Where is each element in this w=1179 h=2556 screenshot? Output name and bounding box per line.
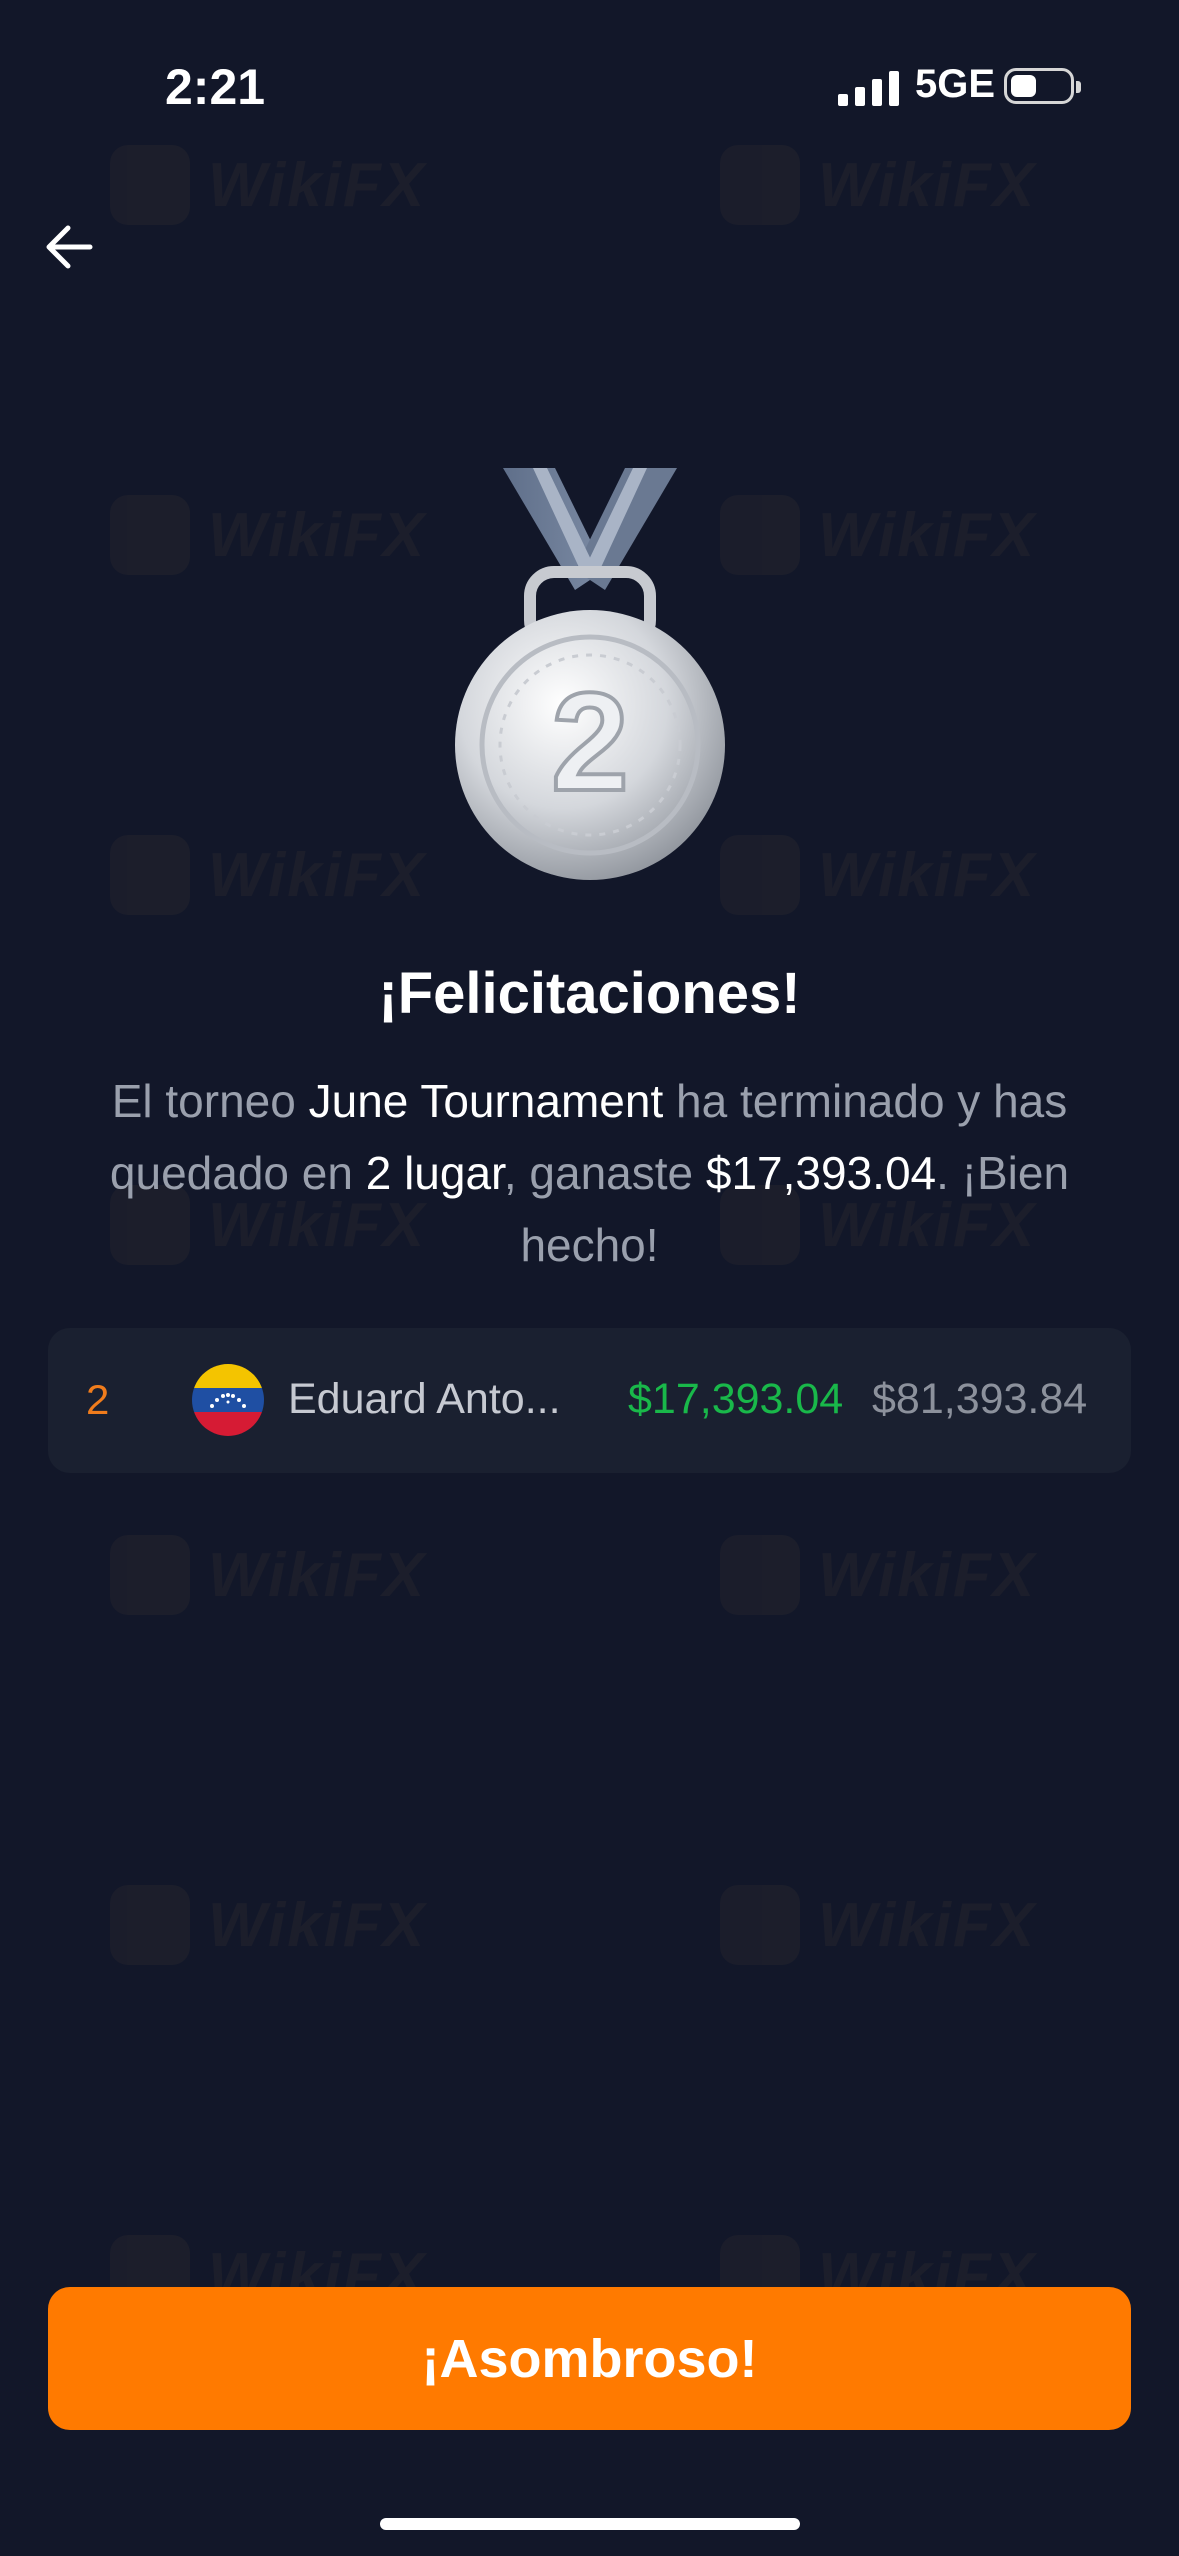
player-name: Eduard Anto... [288,1375,561,1423]
watermark-text: WikiFX [208,500,427,570]
watermark: WikiFX [110,490,450,580]
message-text: El torneo [111,1075,309,1127]
battery-icon [1004,68,1081,104]
watermark-text: WikiFX [818,1890,1037,1960]
home-indicator[interactable] [380,2518,800,2530]
watermark-text: WikiFX [818,500,1037,570]
watermark-text: WikiFX [208,1890,427,1960]
watermark-logo-icon [110,145,190,225]
awesome-button[interactable]: ¡Asombroso! [48,2287,1131,2430]
watermark-text: WikiFX [818,1540,1037,1610]
watermark-text: WikiFX [208,150,427,220]
watermark-logo-icon [110,1535,190,1615]
network-type: 5GE [915,62,996,106]
watermark-text: WikiFX [208,1540,427,1610]
tournament-name: June Tournament [308,1075,664,1127]
watermark: WikiFX [110,830,450,920]
watermark-logo-icon [110,1885,190,1965]
battery-level [1011,75,1036,97]
watermark: WikiFX [720,830,1060,920]
watermark-logo-icon [110,835,190,915]
prize-amount: $17,393.04 [705,1147,937,1199]
cellular-signal-icon [838,70,899,106]
medal-number: 2 [551,663,629,820]
leaderboard-row: 2 Eduard Anto... $17,393.04 $81,393.84 [48,1328,1131,1473]
watermark: WikiFX [110,1530,450,1620]
venezuela-flag-icon [192,1364,264,1436]
status-time: 2:21 [165,59,266,115]
watermark-logo-icon [110,495,190,575]
watermark-logo-icon [720,1885,800,1965]
watermark: WikiFX [720,140,1060,230]
watermark: WikiFX [720,490,1060,580]
result-message: El torneo June Tournament ha terminado y… [40,1065,1139,1281]
watermark-text: WikiFX [818,840,1037,910]
message-text: , ganaste [503,1147,706,1199]
status-bar: 2:21 5GE [0,0,1179,150]
prize-value: $17,393.04 [628,1375,844,1423]
back-button[interactable] [40,215,105,280]
silver-medal-icon: 2 [455,460,725,880]
balance-value: $81,393.84 [872,1375,1088,1423]
watermark-logo-icon [720,1535,800,1615]
watermark-logo-icon [720,835,800,915]
watermark-logo-icon [720,495,800,575]
watermark: WikiFX [110,1880,450,1970]
arrow-left-icon [46,225,93,269]
rank: 2 [86,1376,110,1423]
final-position: 2 lugar [365,1147,504,1199]
watermark: WikiFX [110,140,450,230]
watermark: WikiFX [720,1880,1060,1970]
watermark-logo-icon [720,145,800,225]
watermark-text: WikiFX [818,150,1037,220]
watermark-text: WikiFX [208,840,427,910]
congrats-title: ¡Felicitaciones! [378,961,801,1026]
watermark: WikiFX [720,1530,1060,1620]
